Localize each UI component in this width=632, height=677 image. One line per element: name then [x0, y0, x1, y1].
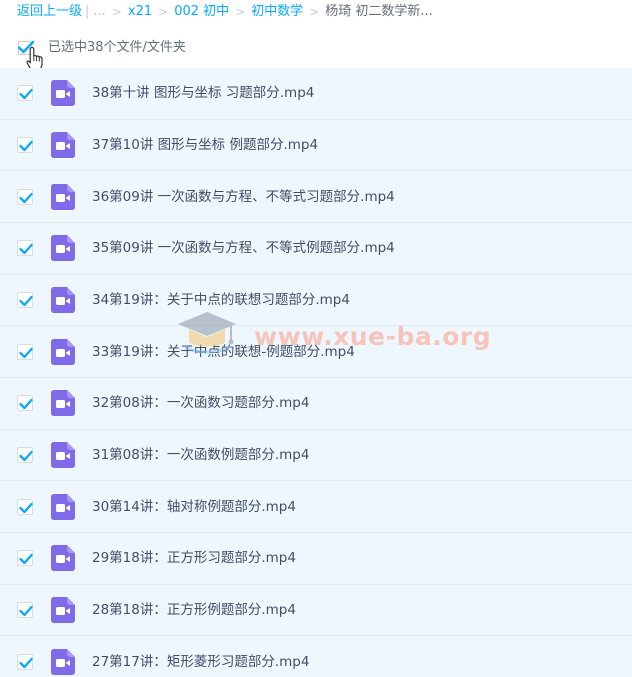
checkmark-icon — [19, 192, 33, 203]
video-file-icon — [51, 390, 75, 417]
file-row[interactable]: 29第18讲：正方形习题部分.mp4 — [0, 532, 632, 585]
file-checkbox[interactable] — [17, 188, 33, 205]
video-file-icon — [51, 286, 75, 313]
checkmark-icon — [19, 554, 33, 565]
file-checkbox[interactable] — [17, 498, 33, 515]
file-row[interactable]: 28第18讲：正方形例题部分.mp4 — [0, 584, 632, 637]
breadcrumb-ellipsis[interactable]: ... — [93, 3, 105, 21]
file-row[interactable]: 27第17讲：矩形菱形习题部分.mp4 — [0, 636, 632, 677]
file-checkbox[interactable] — [17, 653, 33, 670]
checkmark-icon — [19, 502, 33, 513]
checkmark-icon — [19, 347, 33, 358]
file-row[interactable]: 36第09讲 一次函数与方程、不等式习题部分.mp4 — [0, 171, 632, 223]
video-file-icon — [51, 80, 75, 107]
video-file-icon — [51, 131, 75, 158]
file-name[interactable]: 27第17讲：矩形菱形习题部分.mp4 — [92, 653, 309, 671]
video-file-icon — [51, 235, 75, 262]
file-checkbox[interactable] — [17, 446, 33, 463]
breadcrumb-item-x21[interactable]: x21 — [128, 3, 152, 21]
video-file-icon — [51, 183, 75, 210]
file-name[interactable]: 37第10讲 图形与坐标 例题部分.mp4 — [92, 136, 318, 154]
file-name[interactable]: 33第19讲：关于中点的联想-例题部分.mp4 — [92, 343, 355, 361]
file-row[interactable]: 35第09讲 一次函数与方程、不等式例题部分.mp4 — [0, 222, 632, 275]
video-file-icon — [51, 648, 75, 675]
file-name[interactable]: 34第19讲：关于中点的联想习题部分.mp4 — [92, 291, 350, 309]
file-list: 38第十讲 图形与坐标 习题部分.mp4 37第10讲 图形与坐标 例题部分.mp… — [0, 68, 632, 677]
file-name[interactable]: 36第09讲 一次函数与方程、不等式习题部分.mp4 — [92, 188, 395, 206]
file-checkbox[interactable] — [17, 601, 33, 618]
file-checkbox[interactable] — [17, 136, 33, 153]
breadcrumb-separator-icon: > — [158, 5, 169, 19]
video-file-icon — [51, 545, 75, 572]
video-file-icon — [51, 493, 75, 520]
file-row[interactable]: 30第14讲：轴对称例题部分.mp4 — [0, 481, 632, 533]
file-browser: 返回上一级 | ... > x21 > 002 初中 > 初中数学 > 杨琦 初… — [0, 0, 632, 677]
breadcrumb-separator-icon: > — [111, 5, 122, 19]
file-name[interactable]: 38第十讲 图形与坐标 习题部分.mp4 — [92, 84, 314, 102]
file-name[interactable]: 29第18讲：正方形习题部分.mp4 — [92, 549, 296, 567]
checkmark-icon — [19, 140, 33, 152]
back-link[interactable]: 返回上一级 — [17, 3, 82, 21]
breadcrumb-separator-icon: > — [309, 5, 320, 19]
checkmark-icon — [19, 605, 33, 617]
file-checkbox[interactable] — [17, 343, 33, 360]
file-row[interactable]: 33第19讲：关于中点的联想-例题部分.mp4 — [0, 326, 632, 378]
video-file-icon — [51, 338, 75, 365]
file-name[interactable]: 31第08讲：一次函数例题部分.mp4 — [92, 446, 309, 464]
file-name[interactable]: 28第18讲：正方形例题部分.mp4 — [92, 601, 296, 619]
selection-count-label: 已选中38个文件/文件夹 — [48, 40, 186, 55]
checkmark-icon — [19, 450, 33, 462]
video-file-icon — [51, 596, 75, 623]
breadcrumb-item-junior-high[interactable]: 002 初中 — [174, 3, 229, 21]
breadcrumb-divider: | — [85, 4, 90, 19]
checkmark-icon — [19, 244, 33, 255]
breadcrumb-current: 杨琦 初二数学新... — [325, 4, 433, 19]
file-name[interactable]: 35第09讲 一次函数与方程、不等式例题部分.mp4 — [92, 239, 395, 257]
file-row[interactable]: 38第十讲 图形与坐标 习题部分.mp4 — [0, 68, 632, 120]
video-file-icon — [51, 441, 75, 468]
file-row[interactable]: 34第19讲：关于中点的联想习题部分.mp4 — [0, 274, 632, 327]
file-row[interactable]: 37第10讲 图形与坐标 例题部分.mp4 — [0, 119, 632, 172]
file-checkbox[interactable] — [17, 395, 33, 412]
file-checkbox[interactable] — [17, 85, 33, 102]
file-row[interactable]: 32第08讲：一次函数习题部分.mp4 — [0, 377, 632, 430]
file-name[interactable]: 30第14讲：轴对称例题部分.mp4 — [92, 498, 296, 516]
checkmark-icon — [19, 657, 33, 668]
file-checkbox[interactable] — [17, 240, 33, 257]
checkmark-icon — [19, 295, 33, 307]
selection-bar: 已选中38个文件/文件夹 — [0, 30, 632, 66]
checkmark-icon — [19, 89, 33, 100]
breadcrumb-separator-icon: > — [235, 5, 246, 19]
file-row[interactable]: 31第08讲：一次函数例题部分.mp4 — [0, 429, 632, 482]
checkmark-icon — [19, 399, 33, 410]
file-name[interactable]: 32第08讲：一次函数习题部分.mp4 — [92, 394, 309, 412]
breadcrumb-item-math[interactable]: 初中数学 — [251, 3, 303, 21]
breadcrumb: 返回上一级 | ... > x21 > 002 初中 > 初中数学 > 杨琦 初… — [17, 3, 433, 21]
file-checkbox[interactable] — [17, 550, 33, 567]
file-checkbox[interactable] — [17, 291, 33, 308]
